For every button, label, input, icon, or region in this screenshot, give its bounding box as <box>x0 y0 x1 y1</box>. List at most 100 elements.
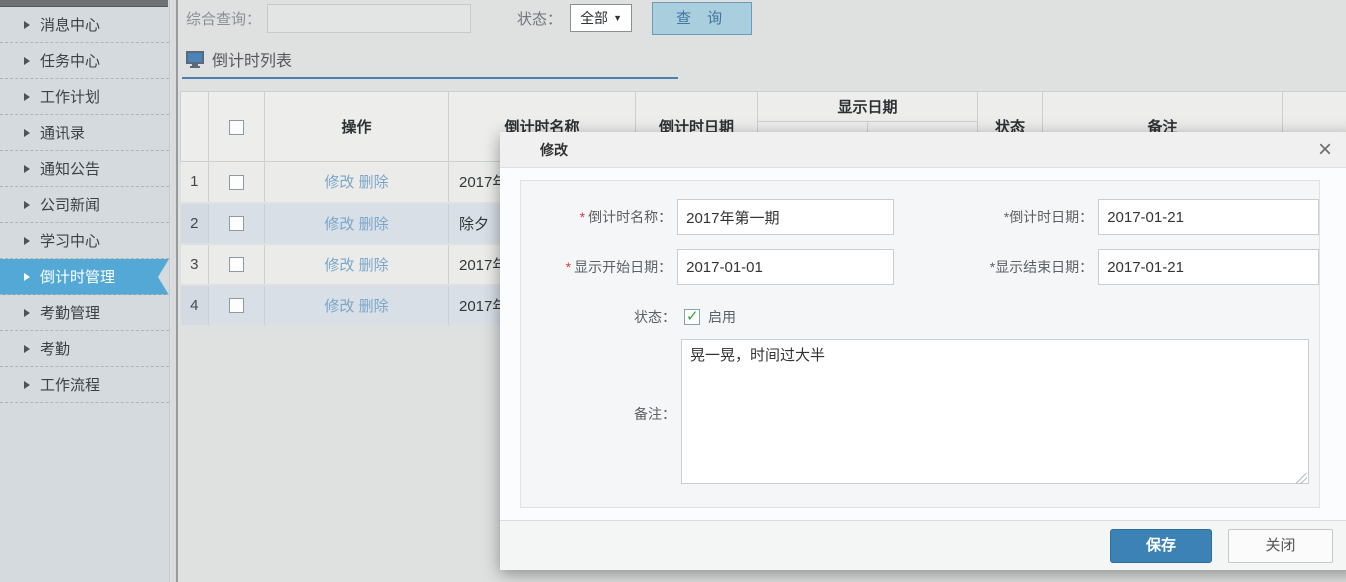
sidebar-item-label: 通知公告 <box>40 158 100 179</box>
sidebar: 消息中心 任务中心 工作计划 通讯录 通知公告 公司新闻 学习中心 倒计时管理 <box>0 0 170 582</box>
modal-form-panel: *倒计时名称： *倒计时日期： *显示开始日期： *显示结束日期： 状态： 启用… <box>520 180 1320 508</box>
expand-arrow-icon <box>24 93 30 101</box>
row-number: 1 <box>181 162 209 203</box>
expand-arrow-icon <box>24 165 30 173</box>
row-operations: 修改 删除 <box>265 203 449 244</box>
row-number: 4 <box>181 285 209 326</box>
required-mark: * <box>566 259 571 275</box>
form-row-display-dates: *显示开始日期： *显示结束日期： <box>521 249 1319 285</box>
edit-modal: 修改 × *倒计时名称： *倒计时日期： *显示开始日期： *显示结束日期： 状… <box>500 132 1346 570</box>
search-input[interactable] <box>267 4 471 33</box>
expand-arrow-icon <box>24 201 30 209</box>
sidebar-divider <box>171 0 178 582</box>
search-bar: 综合查询： 状态： 全部 ▼ 查 询 <box>180 1 1346 35</box>
query-button[interactable]: 查 询 <box>652 2 752 35</box>
sidebar-item-contacts[interactable]: 通讯录 <box>0 115 169 151</box>
row-checkbox[interactable] <box>229 298 244 313</box>
sidebar-item-work-plan[interactable]: 工作计划 <box>0 79 169 115</box>
expand-arrow-icon <box>24 345 30 353</box>
sidebar-item-label: 工作流程 <box>40 374 100 395</box>
remark-textarea[interactable]: 晃一晃，时间过大半 <box>681 339 1309 484</box>
status-label: 状态： <box>521 307 676 327</box>
select-all-checkbox[interactable] <box>229 120 244 135</box>
sidebar-item-label: 倒计时管理 <box>40 266 115 287</box>
modal-footer: 保存 关闭 <box>500 520 1346 570</box>
modal-header: 修改 × <box>500 132 1346 168</box>
sidebar-item-label: 通讯录 <box>40 122 85 143</box>
sidebar-item-attendance[interactable]: 考勤 <box>0 331 169 367</box>
expand-arrow-icon <box>24 309 30 317</box>
row-checkbox[interactable] <box>229 175 244 190</box>
remark-label: 备注： <box>521 404 676 424</box>
sidebar-item-attendance-management[interactable]: 考勤管理 <box>0 295 169 331</box>
form-row-remark: 备注： 晃一晃，时间过大半 <box>521 339 1319 489</box>
countdown-date-label: *倒计时日期： <box>939 207 1093 227</box>
display-start-label: *显示开始日期： <box>521 257 672 277</box>
sidebar-top-bar <box>0 0 168 7</box>
delete-link[interactable]: 删除 <box>359 257 389 274</box>
form-row-name-date: *倒计时名称： *倒计时日期： <box>521 199 1319 235</box>
delete-link[interactable]: 删除 <box>359 174 389 191</box>
row-operations: 修改 删除 <box>265 244 449 285</box>
sidebar-item-label: 考勤管理 <box>40 302 100 323</box>
chevron-down-icon: ▼ <box>613 13 622 23</box>
expand-arrow-icon <box>24 237 30 245</box>
sidebar-item-announcements[interactable]: 通知公告 <box>0 151 169 187</box>
form-row-status: 状态： 启用 <box>521 307 1319 327</box>
resize-handle-icon[interactable] <box>1296 473 1307 484</box>
expand-arrow-icon <box>24 57 30 65</box>
expand-arrow-icon <box>24 381 30 389</box>
remark-textarea-wrap: 晃一晃，时间过大半 <box>681 339 1309 489</box>
display-end-label: *显示结束日期： <box>939 257 1093 277</box>
sidebar-item-workflow[interactable]: 工作流程 <box>0 367 169 403</box>
status-filter-select[interactable]: 全部 ▼ <box>570 4 632 32</box>
delete-link[interactable]: 删除 <box>359 298 389 315</box>
sidebar-item-countdown-management[interactable]: 倒计时管理 <box>0 259 169 295</box>
section-underline <box>182 77 678 79</box>
countdown-name-label: *倒计时名称： <box>521 207 672 227</box>
monitor-icon <box>186 51 204 68</box>
row-select-cell <box>209 244 265 285</box>
select-all-header <box>209 92 265 162</box>
save-button[interactable]: 保存 <box>1110 529 1212 563</box>
sidebar-item-learning-center[interactable]: 学习中心 <box>0 223 169 259</box>
expand-arrow-icon <box>24 273 30 281</box>
sidebar-item-label: 工作计划 <box>40 86 100 107</box>
close-button[interactable]: 关闭 <box>1228 529 1333 563</box>
delete-link[interactable]: 删除 <box>359 216 389 233</box>
sidebar-item-message-center[interactable]: 消息中心 <box>0 7 169 43</box>
row-select-cell <box>209 203 265 244</box>
sidebar-item-label: 任务中心 <box>40 50 100 71</box>
row-number: 3 <box>181 244 209 285</box>
row-select-cell <box>209 162 265 203</box>
row-checkbox[interactable] <box>229 257 244 272</box>
edit-link[interactable]: 修改 <box>324 174 354 191</box>
row-number-header <box>181 92 209 162</box>
row-operations: 修改 删除 <box>265 285 449 326</box>
required-mark: * <box>580 209 585 225</box>
row-checkbox[interactable] <box>229 216 244 231</box>
edit-link[interactable]: 修改 <box>324 216 354 233</box>
close-icon[interactable]: × <box>1318 136 1332 164</box>
modal-title: 修改 <box>540 140 568 160</box>
query-label: 综合查询： <box>186 8 261 29</box>
display-start-field[interactable] <box>677 249 894 285</box>
expand-arrow-icon <box>24 129 30 137</box>
enabled-checkbox[interactable] <box>684 309 700 325</box>
sidebar-item-label: 消息中心 <box>40 14 100 35</box>
countdown-date-field[interactable] <box>1098 199 1319 235</box>
countdown-name-field[interactable] <box>677 199 894 235</box>
app-screen: 消息中心 任务中心 工作计划 通讯录 通知公告 公司新闻 学习中心 倒计时管理 <box>0 0 1346 582</box>
row-number: 2 <box>181 203 209 244</box>
col-header-display-date-group: 显示日期 <box>758 92 978 122</box>
enabled-checkbox-label: 启用 <box>708 307 736 327</box>
edit-link[interactable]: 修改 <box>324 257 354 274</box>
row-operations: 修改 删除 <box>265 162 449 203</box>
col-header-operation: 操作 <box>265 92 449 162</box>
section-title-text: 倒计时列表 <box>212 47 292 71</box>
sidebar-item-company-news[interactable]: 公司新闻 <box>0 187 169 223</box>
sidebar-item-label: 学习中心 <box>40 230 100 251</box>
sidebar-item-task-center[interactable]: 任务中心 <box>0 43 169 79</box>
edit-link[interactable]: 修改 <box>324 298 354 315</box>
display-end-field[interactable] <box>1098 249 1319 285</box>
